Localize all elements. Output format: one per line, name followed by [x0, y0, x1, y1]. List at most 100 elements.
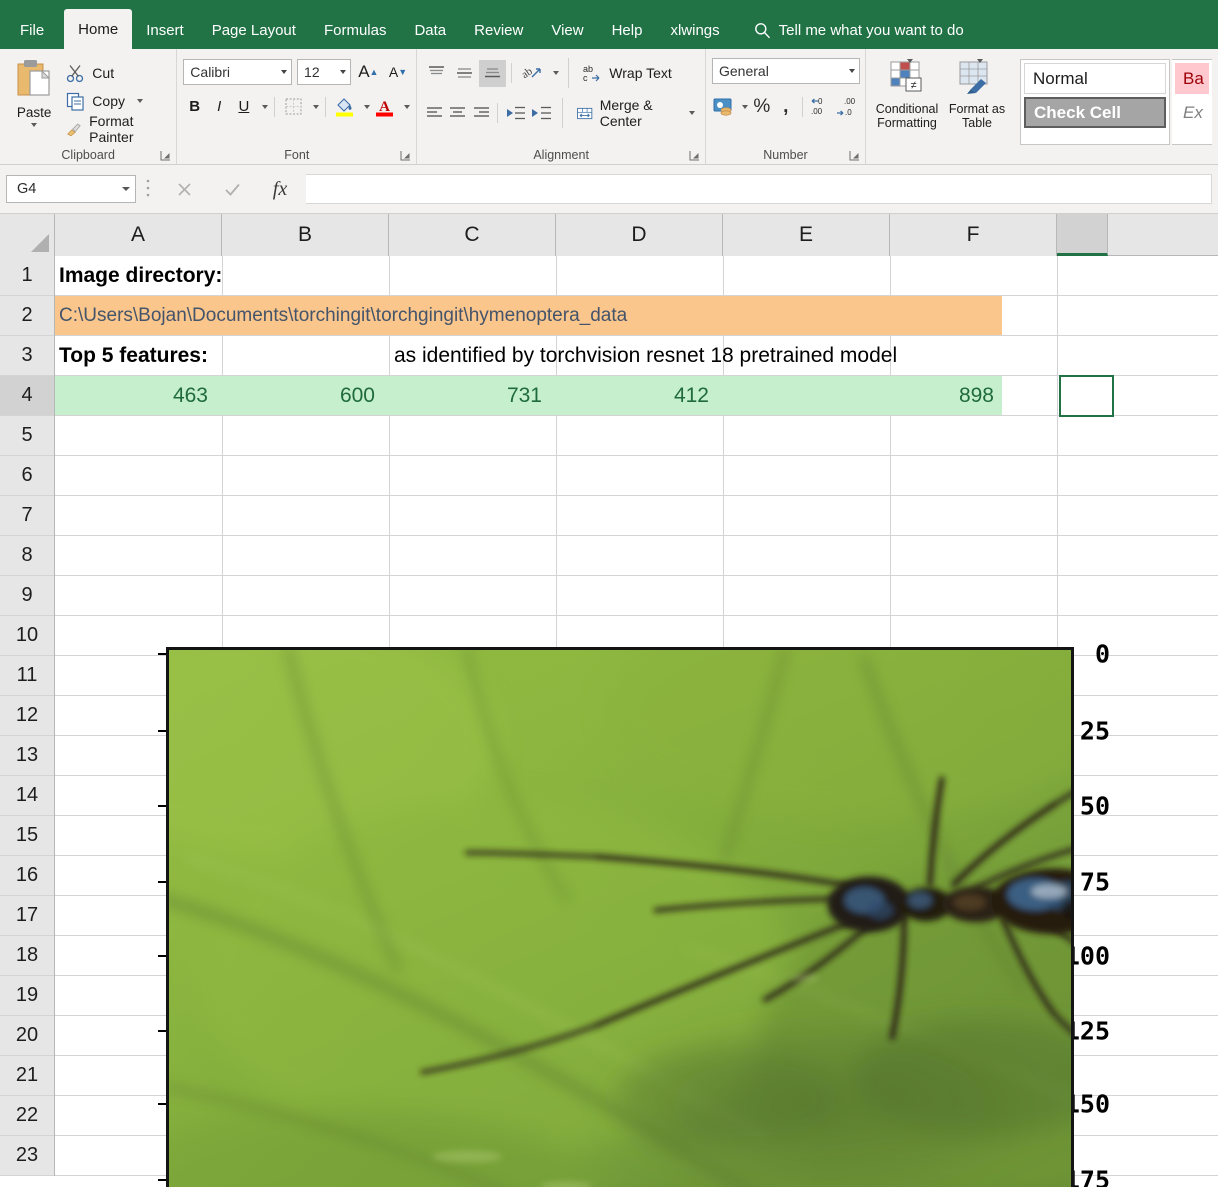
formula-input[interactable] — [306, 174, 1212, 204]
clipboard-dialog-launcher[interactable] — [160, 150, 171, 161]
cell-c3[interactable]: as identified by torchvision resnet 18 p… — [390, 336, 1150, 375]
cell-a2[interactable]: C:\Users\Bojan\Documents\torchingit\torc… — [55, 296, 1002, 335]
tab-file[interactable]: File — [0, 11, 64, 49]
increase-decimal-button[interactable]: 0 .00 — [809, 93, 833, 120]
cell-a3[interactable]: Top 5 features: — [55, 336, 222, 375]
chevron-down-icon[interactable] — [262, 105, 268, 109]
chevron-down-icon[interactable] — [404, 105, 410, 109]
orientation-button[interactable]: ab — [517, 60, 547, 87]
paste-icon — [11, 57, 57, 103]
copy-icon — [66, 92, 85, 111]
svg-text:≠: ≠ — [910, 80, 916, 92]
cell-styles-gallery-overflow[interactable]: Ba Ex — [1172, 59, 1212, 145]
italic-icon: I — [217, 98, 221, 115]
align-bottom-button[interactable] — [479, 60, 506, 87]
confirm-entry-button[interactable] — [208, 174, 256, 204]
font-size-value: 12 — [304, 64, 336, 80]
font-dialog-launcher[interactable] — [400, 150, 411, 161]
tab-insert[interactable]: Insert — [132, 11, 198, 49]
align-left-button[interactable] — [423, 100, 445, 127]
format-as-table-button[interactable]: Format as Table — [942, 53, 1012, 165]
copy-button[interactable]: Copy — [62, 87, 170, 115]
paintbrush-icon — [66, 120, 82, 139]
formula-bar-handle[interactable] — [136, 178, 160, 201]
select-all-corner[interactable] — [0, 214, 55, 256]
tell-me-label: Tell me what you want to do — [779, 22, 964, 39]
chevron-down-icon[interactable] — [313, 105, 319, 109]
conditional-formatting-button[interactable]: ≠ Conditional Formatting — [872, 53, 942, 165]
format-painter-button[interactable]: Format Painter — [62, 115, 170, 143]
chevron-down-icon[interactable] — [977, 59, 983, 63]
tab-view[interactable]: View — [537, 11, 597, 49]
chevron-down-icon[interactable] — [553, 71, 559, 75]
plot-image-area[interactable] — [166, 647, 1074, 1187]
underline-button[interactable]: U — [233, 93, 256, 120]
chevron-down-icon[interactable] — [364, 105, 370, 109]
tab-help[interactable]: Help — [598, 11, 657, 49]
number-format-combo[interactable]: General — [712, 58, 860, 84]
chevron-down-icon[interactable] — [849, 69, 855, 73]
chevron-down-icon[interactable] — [689, 111, 695, 115]
decrease-indent-button[interactable] — [503, 100, 528, 127]
tab-page-layout[interactable]: Page Layout — [198, 11, 310, 49]
font-size-combo[interactable]: 12 — [297, 59, 351, 85]
increase-decimal-icon: 0 .00 — [809, 96, 833, 118]
cell-styles-gallery[interactable]: Normal Check Cell — [1020, 59, 1170, 145]
number-dialog-launcher[interactable] — [849, 150, 860, 161]
tab-home[interactable]: Home — [64, 9, 132, 49]
matplotlib-figure[interactable]: 0 25 50 75 100 125 150 175 200 0 50 100 … — [0, 374, 1110, 1187]
comma-style-button[interactable]: , — [775, 93, 796, 120]
borders-button[interactable] — [281, 93, 306, 120]
column-header-d[interactable]: D — [556, 214, 723, 256]
cell-style-normal[interactable]: Normal — [1024, 63, 1166, 94]
chevron-down-icon[interactable] — [281, 70, 287, 74]
column-header-f[interactable]: F — [890, 214, 1057, 256]
font-name-combo[interactable]: Calibri — [183, 59, 292, 85]
align-center-button[interactable] — [447, 100, 469, 127]
tab-data[interactable]: Data — [400, 11, 460, 49]
row-header-2[interactable]: 2 — [0, 296, 54, 336]
insert-function-button[interactable]: fx — [256, 174, 304, 204]
row-header-1[interactable]: 1 — [0, 256, 54, 296]
chevron-down-icon[interactable] — [340, 70, 346, 74]
accounting-format-button[interactable] — [712, 93, 735, 120]
fill-color-button[interactable] — [332, 93, 357, 120]
chevron-down-icon[interactable] — [137, 99, 143, 103]
column-header-c[interactable]: C — [389, 214, 556, 256]
bold-button[interactable]: B — [183, 93, 206, 120]
percent-style-button[interactable]: % — [750, 93, 773, 120]
cell-style-bad[interactable]: Ba — [1175, 63, 1209, 94]
tell-me-box[interactable]: Tell me what you want to do — [744, 11, 974, 49]
italic-button[interactable]: I — [208, 93, 231, 120]
name-box[interactable]: G4 — [6, 175, 136, 203]
cell-style-check-cell[interactable]: Check Cell — [1024, 97, 1166, 128]
decrease-decimal-button[interactable]: .00 .0 — [835, 93, 859, 120]
row-header-3[interactable]: 3 — [0, 336, 54, 376]
alignment-dialog-launcher[interactable] — [689, 150, 700, 161]
align-right-button[interactable] — [470, 100, 492, 127]
tab-review[interactable]: Review — [460, 11, 537, 49]
column-header-g[interactable] — [1057, 214, 1108, 256]
chevron-down-icon[interactable] — [31, 123, 37, 127]
wrap-text-button[interactable]: ab c Wrap Text — [578, 61, 676, 85]
conditional-formatting-label: Conditional Formatting — [872, 102, 942, 130]
tab-xlwings[interactable]: xlwings — [656, 11, 733, 49]
tab-formulas[interactable]: Formulas — [310, 11, 401, 49]
cell-a1[interactable]: Image directory: — [55, 256, 222, 295]
decrease-font-size-button[interactable]: A▼ — [386, 58, 411, 85]
chevron-down-icon[interactable] — [122, 187, 130, 191]
column-header-b[interactable]: B — [222, 214, 389, 256]
cancel-entry-button[interactable] — [160, 174, 208, 204]
chevron-down-icon[interactable] — [907, 59, 913, 63]
cut-button[interactable]: Cut — [62, 59, 170, 87]
cell-style-explanatory[interactable]: Ex — [1175, 97, 1209, 128]
align-middle-button[interactable] — [451, 60, 478, 87]
increase-font-size-button[interactable]: A▲ — [356, 58, 381, 85]
increase-indent-button[interactable] — [529, 100, 554, 127]
align-top-button[interactable] — [423, 60, 450, 87]
column-header-a[interactable]: A — [55, 214, 222, 256]
merge-and-center-button[interactable]: Merge & Center — [572, 95, 699, 131]
font-color-button[interactable]: A — [372, 93, 397, 120]
chevron-down-icon[interactable] — [742, 105, 748, 109]
column-header-e[interactable]: E — [723, 214, 890, 256]
